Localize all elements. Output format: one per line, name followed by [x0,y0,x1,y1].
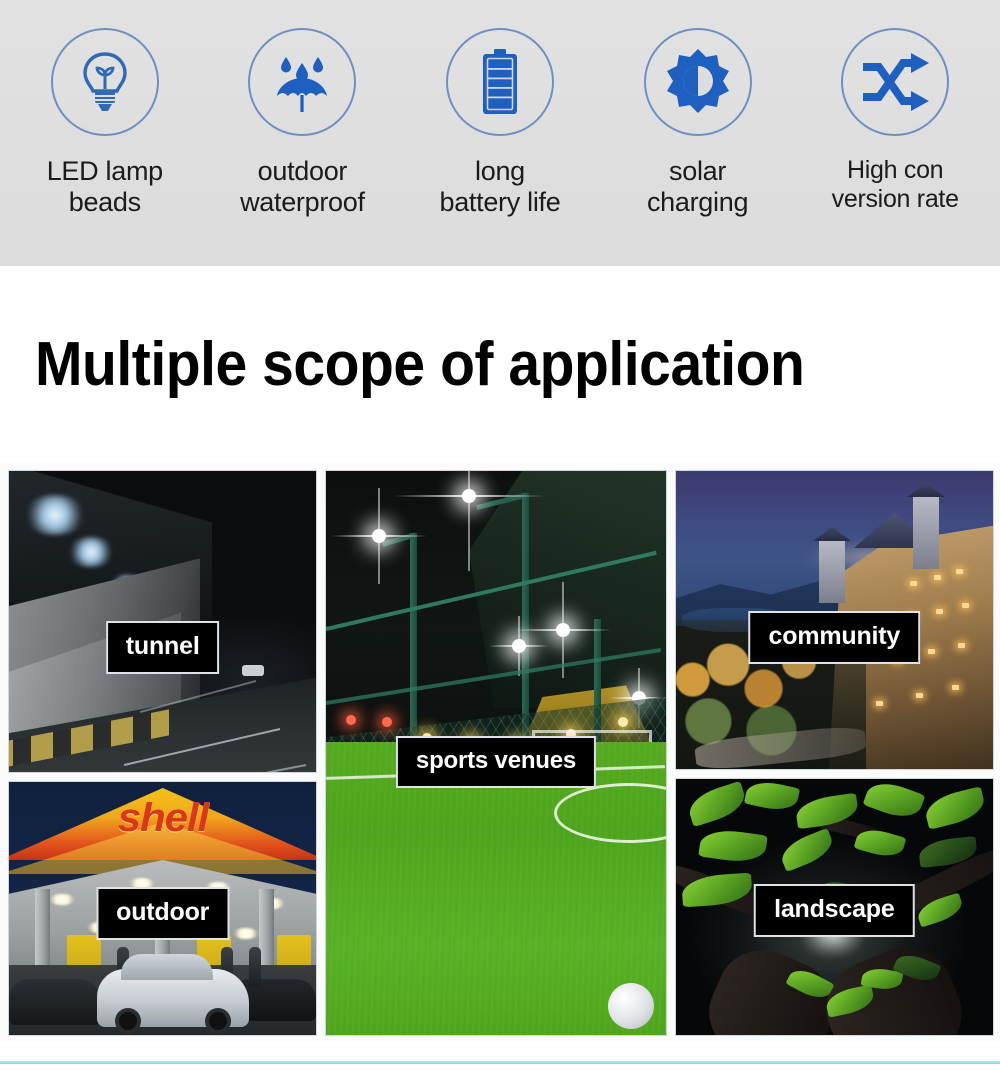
feature-label: outdoor waterproof [240,156,365,218]
white-car [97,954,249,1034]
feature-icon-circle [445,28,554,136]
tunnel-ceiling-light [23,495,87,535]
outdoor-tile-label: outdoor [96,887,230,940]
feature-icon-circle [841,28,950,136]
sports-venues-tile-label: sports venues [395,736,597,788]
gallery-column-center: XFFXFFXFFXFFXFFXFF sports venues [325,470,667,1036]
feature-icon-circle [248,28,357,136]
sun-brightness-icon [666,49,729,113]
outdoor-tile[interactable]: shell outdoor [8,781,318,1036]
tunnel-distant-vehicle [242,665,265,676]
feature-solar-charging: solar charging [599,0,797,219]
parked-car [9,979,101,1025]
feature-outdoor-waterproof: outdoor waterproof [204,0,402,219]
landscape-tile[interactable]: landscape [674,778,994,1036]
landscape-tile-label: landscape [754,884,915,937]
tunnel-tile[interactable]: tunnel [8,470,318,773]
feature-led-lamp-beads: LED lamp beads [6,0,204,219]
gallery-column-right: community landscape [674,470,994,1036]
battery-full-icon [482,49,517,114]
feature-label: High con version rate [831,156,959,213]
features-band: LED lamp beads outdoor waterproof long b… [0,0,1000,266]
application-gallery: tunnel shell outdoor sports venues commu… [0,462,1000,1042]
gallery-column-left: tunnel shell outdoor [8,470,318,1036]
feature-label: long battery life [439,156,561,218]
umbrella-raindrops-icon [277,57,328,112]
shell-sign: shell [117,796,209,840]
title-area: Multiple scope of application [0,266,1000,462]
feature-long-battery-life: long battery life [401,0,599,219]
feature-high-conversion-rate: High con version rate [796,0,994,214]
shuffle-arrows-icon [863,53,930,111]
feature-label: solar charging [646,156,749,218]
community-tile-label: community [748,611,921,664]
tunnel-tile-label: tunnel [105,621,220,674]
community-tile[interactable]: community [674,470,994,770]
sports-venues-tile[interactable]: XFFXFFXFFXFFXFFXFF sports venues [325,470,667,1036]
feature-label: LED lamp beads [46,156,163,218]
tunnel-ceiling-light [67,537,115,567]
footer-spacer [0,1064,1000,1070]
lightbulb-icon [83,52,127,111]
feature-icon-circle [50,28,159,136]
page-title: Multiple scope of application [34,329,805,399]
feature-icon-circle [643,28,752,136]
